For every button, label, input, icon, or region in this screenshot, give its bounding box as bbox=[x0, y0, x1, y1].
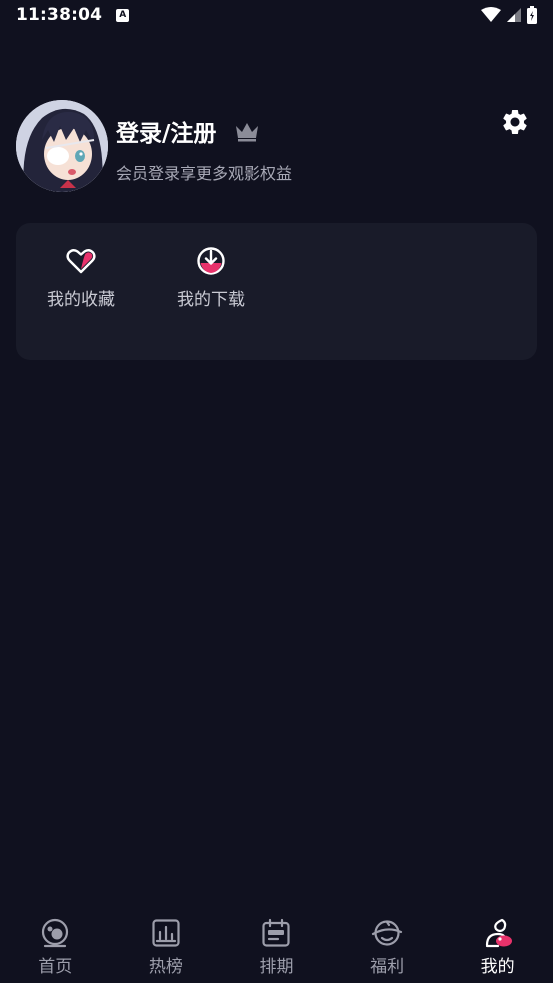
nav-home[interactable]: 首页 bbox=[0, 905, 111, 983]
my-favorites-label: 我的收藏 bbox=[47, 290, 115, 310]
nav-schedule[interactable]: 排期 bbox=[221, 905, 332, 983]
login-register-link[interactable]: 登录/注册 bbox=[116, 114, 216, 148]
nav-schedule-label: 排期 bbox=[259, 957, 294, 977]
wifi-icon bbox=[481, 7, 501, 22]
nav-hot-list[interactable]: 热榜 bbox=[111, 905, 222, 983]
bottom-nav: 首页 热榜 排期 福利 我的 bbox=[0, 905, 553, 983]
calendar-icon bbox=[262, 918, 291, 947]
heart-icon bbox=[66, 249, 96, 274]
gift-icon bbox=[371, 920, 403, 946]
status-bar: 11:38:04 A bbox=[0, 0, 553, 30]
my-favorites-button[interactable]: 我的收藏 bbox=[26, 245, 136, 315]
nav-hot-list-label: 热榜 bbox=[148, 957, 183, 977]
chart-icon bbox=[152, 919, 180, 947]
status-icons bbox=[481, 6, 537, 24]
profile-header: 登录/注册 会员登录享更多观影权益 bbox=[16, 100, 537, 192]
battery-icon bbox=[527, 6, 537, 24]
signal-icon bbox=[507, 8, 521, 22]
nav-mine-label: 我的 bbox=[480, 957, 515, 977]
nav-welfare[interactable]: 福利 bbox=[332, 905, 443, 983]
quick-actions-card: 我的收藏 我的下载 bbox=[16, 223, 537, 360]
nav-mine[interactable]: 我的 bbox=[442, 905, 553, 983]
my-page-screen: 11:38:04 A 登录/注册 会员登录享更多观影权益 我的收藏 我的下载 首… bbox=[0, 0, 553, 983]
download-icon bbox=[197, 247, 225, 275]
profile-icon bbox=[485, 918, 512, 948]
my-downloads-button[interactable]: 我的下载 bbox=[156, 245, 266, 315]
crown-icon bbox=[236, 123, 258, 142]
anime-avatar-icon bbox=[16, 100, 108, 192]
login-subtitle: 会员登录享更多观影权益 bbox=[116, 164, 293, 183]
status-time: 11:38:04 bbox=[16, 5, 103, 25]
home-icon bbox=[42, 918, 69, 948]
gear-icon[interactable] bbox=[500, 107, 530, 137]
avatar[interactable] bbox=[16, 100, 108, 192]
my-downloads-label: 我的下载 bbox=[177, 290, 245, 310]
nav-welfare-label: 福利 bbox=[370, 957, 405, 977]
notification-icon: A bbox=[116, 8, 130, 22]
nav-home-label: 首页 bbox=[38, 957, 73, 977]
